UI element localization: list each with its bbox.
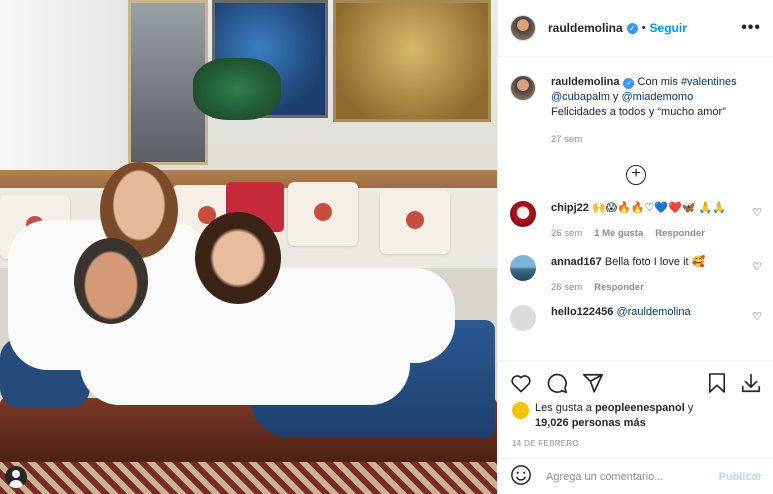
caption: rauldemolina ✓ Con mis #valentines @cubap… [510, 75, 762, 147]
comments-list[interactable]: rauldemolina ✓ Con mis #valentines @cubap… [498, 58, 773, 360]
header-username[interactable]: rauldemolina [548, 21, 623, 35]
likes-summary: Les gusta a peopleenespanol y 19,026 per… [498, 397, 773, 431]
load-more-comments-button[interactable]: + [626, 165, 646, 185]
mention-link[interactable]: @cubapalm [551, 91, 610, 103]
verified-badge-icon: ✓ [623, 78, 635, 89]
mention-link[interactable]: @rauldemolina [616, 306, 690, 318]
comment-username[interactable]: chipj22 [551, 202, 589, 214]
like-comment-heart-icon[interactable]: ♡ [752, 310, 762, 331]
avatar[interactable] [510, 75, 536, 101]
comment-time[interactable]: 26 sem [551, 228, 582, 239]
comment-text: 🙌😱🔥🔥♡💙❤️🦋 🙏🙏 [591, 202, 726, 214]
comment-time[interactable]: 26 sem [551, 282, 582, 293]
avatar[interactable] [510, 15, 536, 41]
bookmark-icon[interactable] [708, 372, 726, 394]
avatar[interactable] [510, 255, 536, 281]
like-comment-heart-icon[interactable]: ♡ [752, 206, 762, 241]
cushion [380, 190, 450, 254]
list-item: hello122456 @rauldemolina ♡ [510, 305, 762, 331]
avatar[interactable] [510, 201, 536, 227]
reply-button[interactable]: Responder [594, 282, 644, 293]
post-actions: Les gusta a peopleenespanol y 19,026 per… [498, 360, 773, 494]
emoji-icon[interactable] [510, 464, 532, 489]
caption-username[interactable]: rauldemolina [551, 76, 619, 88]
comment-icon[interactable] [546, 372, 568, 394]
comment-input[interactable] [546, 470, 719, 483]
caption-text: Con mis [637, 76, 681, 88]
caption-time[interactable]: 27 sem [551, 134, 582, 145]
more-options-icon[interactable]: ••• [741, 19, 761, 37]
follow-button[interactable]: Seguir [650, 21, 687, 35]
post-header: rauldemolina ✓ • Seguir ••• [498, 0, 773, 57]
girl-head [195, 212, 281, 304]
verified-badge-icon: ✓ [626, 22, 638, 34]
list-item: annad167 Bella foto I love it 🥰 26 sem Re… [510, 255, 762, 295]
like-comment-heart-icon[interactable]: ♡ [752, 260, 762, 295]
comment-text: Bella foto I love it 🥰 [604, 256, 706, 268]
action-icons [498, 361, 773, 397]
man-head [74, 238, 148, 324]
caption-text-line2: Felicidades a todos y “mucho amor” [551, 106, 726, 118]
add-comment-bar: Publicar [498, 458, 773, 494]
reply-button[interactable]: Responder [655, 228, 705, 239]
list-item: chipj22 🙌😱🔥🔥♡💙❤️🦋 🙏🙏 26 sem 1 Me gusta Res… [510, 201, 762, 241]
comment-likes[interactable]: 1 Me gusta [594, 228, 643, 239]
photo-window [0, 0, 130, 180]
mention-link[interactable]: @miademomo [622, 91, 694, 103]
separator: • [641, 22, 646, 34]
comment-username[interactable]: annad167 [551, 256, 602, 268]
download-icon[interactable] [740, 372, 762, 394]
cushion [288, 182, 358, 246]
rug [0, 462, 497, 494]
user-tag-button[interactable] [5, 466, 27, 488]
comment-username[interactable]: hello122456 [551, 306, 613, 318]
post-photo[interactable] [0, 0, 497, 494]
heart-icon[interactable] [510, 373, 532, 393]
person-icon [12, 470, 20, 478]
painting-tree [333, 0, 491, 122]
publish-button[interactable]: Publicar [719, 471, 762, 483]
liker-username[interactable]: peopleenespanol [595, 402, 685, 414]
avatar[interactable] [512, 402, 529, 419]
share-icon[interactable] [582, 372, 604, 394]
post-sidebar: rauldemolina ✓ • Seguir ••• rauldemolina… [497, 0, 773, 494]
bonsai-plant [193, 58, 281, 120]
likes-count[interactable]: 19,026 personas más [535, 417, 646, 429]
hashtag-link[interactable]: #valentines [681, 76, 737, 88]
avatar[interactable] [510, 305, 536, 331]
post-date[interactable]: 14 DE FEBRERO [498, 431, 773, 448]
